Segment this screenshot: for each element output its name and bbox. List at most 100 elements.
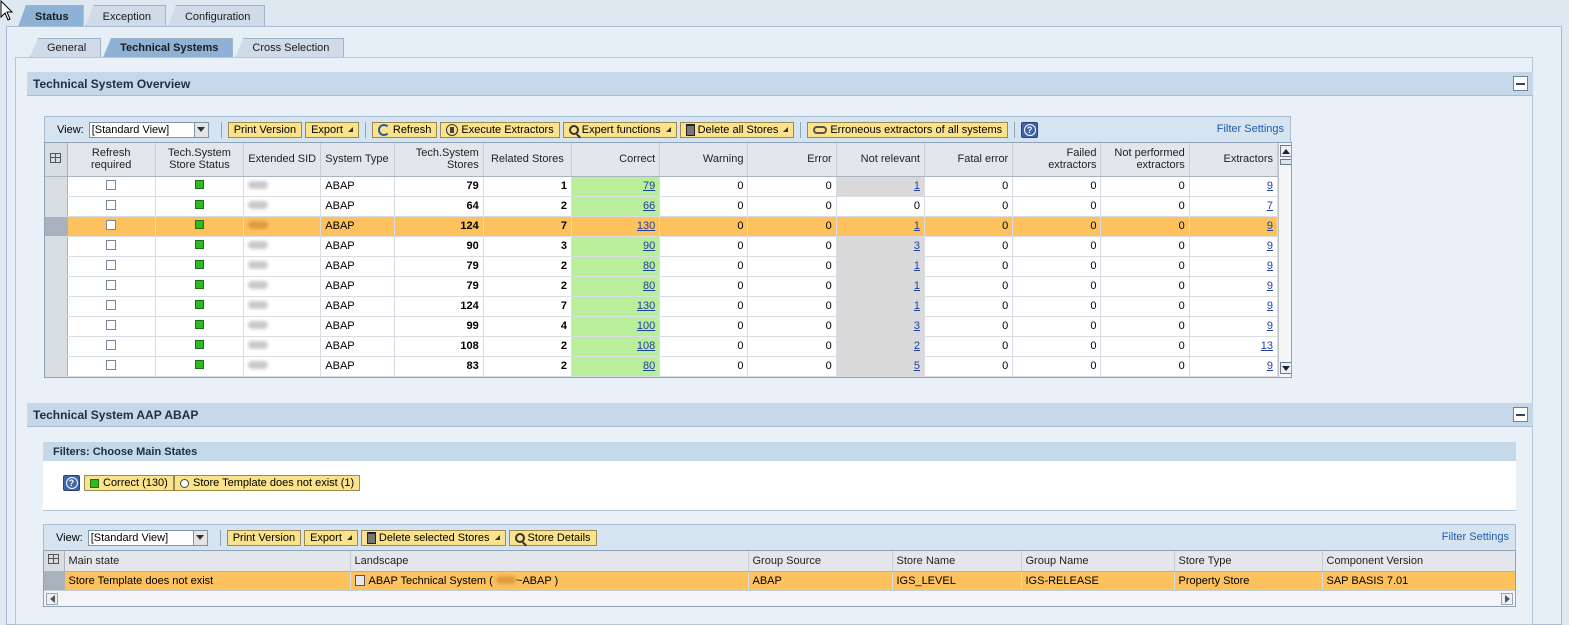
column-settings[interactable]	[44, 551, 65, 572]
correct-cell-link[interactable]: 130	[637, 220, 655, 232]
table-row[interactable]: ABAP 79 2 80 0 0 1 0 0 0 9	[45, 256, 1279, 277]
col-error[interactable]: Error	[747, 143, 837, 177]
correct-cell-link[interactable]: 80	[643, 280, 655, 292]
refresh-checkbox[interactable]	[106, 239, 117, 250]
refresh-checkbox[interactable]	[106, 179, 117, 190]
refresh-checkbox[interactable]	[106, 299, 117, 310]
scroll-thumb[interactable]	[1280, 159, 1291, 165]
row-selector[interactable]	[45, 276, 68, 297]
view-select[interactable]: [Standard View]	[88, 121, 209, 138]
col-not-performed[interactable]: Not performed extractors	[1100, 143, 1190, 177]
table-row[interactable]: ABAP 90 3 90 0 0 3 0 0 0 9	[45, 236, 1279, 257]
table-row[interactable]: ABAP 124 7 130 0 0 1 0 0 0 9	[45, 296, 1279, 317]
scroll-up-button[interactable]	[1280, 145, 1291, 157]
extractors-cell-link[interactable]: 9	[1267, 280, 1273, 292]
extractors-cell-link[interactable]: 9	[1267, 260, 1273, 272]
refresh-checkbox[interactable]	[106, 199, 117, 210]
delete-all-stores-button[interactable]: Delete all Stores	[679, 121, 795, 138]
scroll-down-button[interactable]	[1280, 362, 1291, 374]
refresh-checkbox[interactable]	[106, 319, 117, 330]
tab-status[interactable]: Status	[18, 5, 84, 27]
refresh-checkbox[interactable]	[106, 339, 117, 350]
not-relevant-cell-link[interactable]: 1	[914, 300, 920, 312]
table-row[interactable]: ABAP 83 2 80 0 0 5 0 0 0 9	[45, 356, 1279, 377]
refresh-checkbox[interactable]	[106, 259, 117, 270]
correct-cell-link[interactable]: 66	[643, 200, 655, 212]
extractors-cell-link[interactable]: 13	[1261, 340, 1273, 352]
col-component-version[interactable]: Component Version	[1322, 551, 1515, 572]
extractors-cell-link[interactable]: 9	[1267, 180, 1273, 192]
help-button[interactable]: ?	[63, 475, 80, 491]
correct-cell-link[interactable]: 79	[643, 180, 655, 192]
filter-template-missing-button[interactable]: Store Template does not exist (1)	[174, 475, 361, 491]
not-relevant-cell-link[interactable]: 1	[914, 220, 920, 232]
row-selector[interactable]	[45, 196, 68, 217]
export-button[interactable]: Export	[304, 529, 358, 546]
col-not-relevant[interactable]: Not relevant	[836, 143, 925, 177]
col-refresh-required[interactable]: Refresh required	[67, 143, 156, 177]
filter-settings-link[interactable]: Filter Settings	[1217, 123, 1284, 135]
table-row[interactable]: ABAP 79 2 80 0 0 1 0 0 0 9	[45, 276, 1279, 297]
extractors-cell-link[interactable]: 9	[1267, 240, 1273, 252]
refresh-checkbox[interactable]	[106, 219, 117, 230]
not-relevant-cell-link[interactable]: 3	[914, 240, 920, 252]
refresh-button[interactable]: Refresh	[371, 121, 438, 138]
col-main-state[interactable]: Main state	[64, 551, 351, 572]
collapse-icon[interactable]	[1513, 76, 1528, 91]
tab-configuration[interactable]: Configuration	[167, 5, 266, 27]
expert-functions-button[interactable]: Expert functions	[562, 121, 677, 138]
col-group-source[interactable]: Group Source	[748, 551, 893, 572]
row-selector[interactable]	[45, 316, 68, 337]
extractors-cell-link[interactable]: 9	[1267, 320, 1273, 332]
col-related-stores[interactable]: Related Stores	[483, 143, 572, 177]
tab-technical-systems[interactable]: Technical Systems	[103, 38, 234, 57]
col-store-type[interactable]: Store Type	[1174, 551, 1323, 572]
view-select[interactable]: [Standard View]	[87, 529, 208, 546]
col-store-status[interactable]: Tech.System Store Status	[155, 143, 245, 177]
row-selector[interactable]	[45, 216, 68, 237]
tab-exception[interactable]: Exception	[85, 5, 166, 27]
col-system-type[interactable]: System Type	[320, 143, 396, 177]
not-relevant-cell-link[interactable]: 1	[914, 280, 920, 292]
filter-settings-link[interactable]: Filter Settings	[1442, 531, 1509, 543]
correct-cell-link[interactable]: 80	[643, 260, 655, 272]
col-extractors[interactable]: Extractors	[1189, 143, 1279, 177]
row-selector[interactable]	[45, 176, 68, 197]
table-row[interactable]: Store Template does not exist ABAP Techn…	[44, 571, 1515, 591]
col-tech-system-stores[interactable]: Tech.System Stores	[394, 143, 484, 177]
col-landscape[interactable]: Landscape	[350, 551, 749, 572]
extractors-cell-link[interactable]: 7	[1267, 200, 1273, 212]
correct-cell-link[interactable]: 100	[637, 320, 655, 332]
extractors-cell-link[interactable]: 9	[1267, 360, 1273, 372]
scroll-left-button[interactable]	[46, 593, 58, 605]
row-selector[interactable]	[45, 356, 68, 377]
print-version-button[interactable]: Print Version	[226, 529, 302, 546]
table-row[interactable]: ABAP 64 2 66 0 0 0 0 0 0 7	[45, 196, 1279, 217]
col-fatal-error[interactable]: Fatal error	[924, 143, 1014, 177]
correct-cell-link[interactable]: 130	[637, 300, 655, 312]
col-extended-sid[interactable]: Extended SID	[243, 143, 322, 177]
table-row[interactable]: ABAP 99 4 100 0 0 3 0 0 0 9	[45, 316, 1279, 337]
table-row[interactable]: ABAP 108 2 108 0 0 2 0 0 0 13	[45, 336, 1279, 357]
export-button[interactable]: Export	[305, 121, 359, 138]
table-row[interactable]: ABAP 79 1 79 0 0 1 0 0 0 9	[45, 176, 1279, 197]
filter-correct-button[interactable]: Correct (130)	[84, 475, 174, 491]
correct-cell-link[interactable]: 80	[643, 360, 655, 372]
row-selector[interactable]	[45, 296, 68, 317]
horizontal-scrollbar[interactable]	[44, 590, 1515, 606]
erroneous-extractors-button[interactable]: Erroneous extractors of all systems	[807, 121, 1009, 138]
vertical-scrollbar[interactable]	[1278, 143, 1291, 377]
extractors-cell-link[interactable]: 9	[1267, 300, 1273, 312]
tab-general[interactable]: General	[30, 38, 102, 57]
store-details-button[interactable]: Store Details	[508, 529, 597, 546]
help-button[interactable]: ?	[1021, 121, 1039, 138]
col-failed-extractors[interactable]: Failed extractors	[1012, 143, 1102, 177]
col-correct[interactable]: Correct	[571, 143, 661, 177]
not-relevant-cell-link[interactable]: 5	[914, 360, 920, 372]
col-warning[interactable]: Warning	[659, 143, 749, 177]
refresh-checkbox[interactable]	[106, 359, 117, 370]
correct-cell-link[interactable]: 108	[637, 340, 655, 352]
not-relevant-cell-link[interactable]: 2	[914, 340, 920, 352]
row-selector[interactable]	[45, 236, 68, 257]
extractors-cell-link[interactable]: 9	[1267, 220, 1273, 232]
